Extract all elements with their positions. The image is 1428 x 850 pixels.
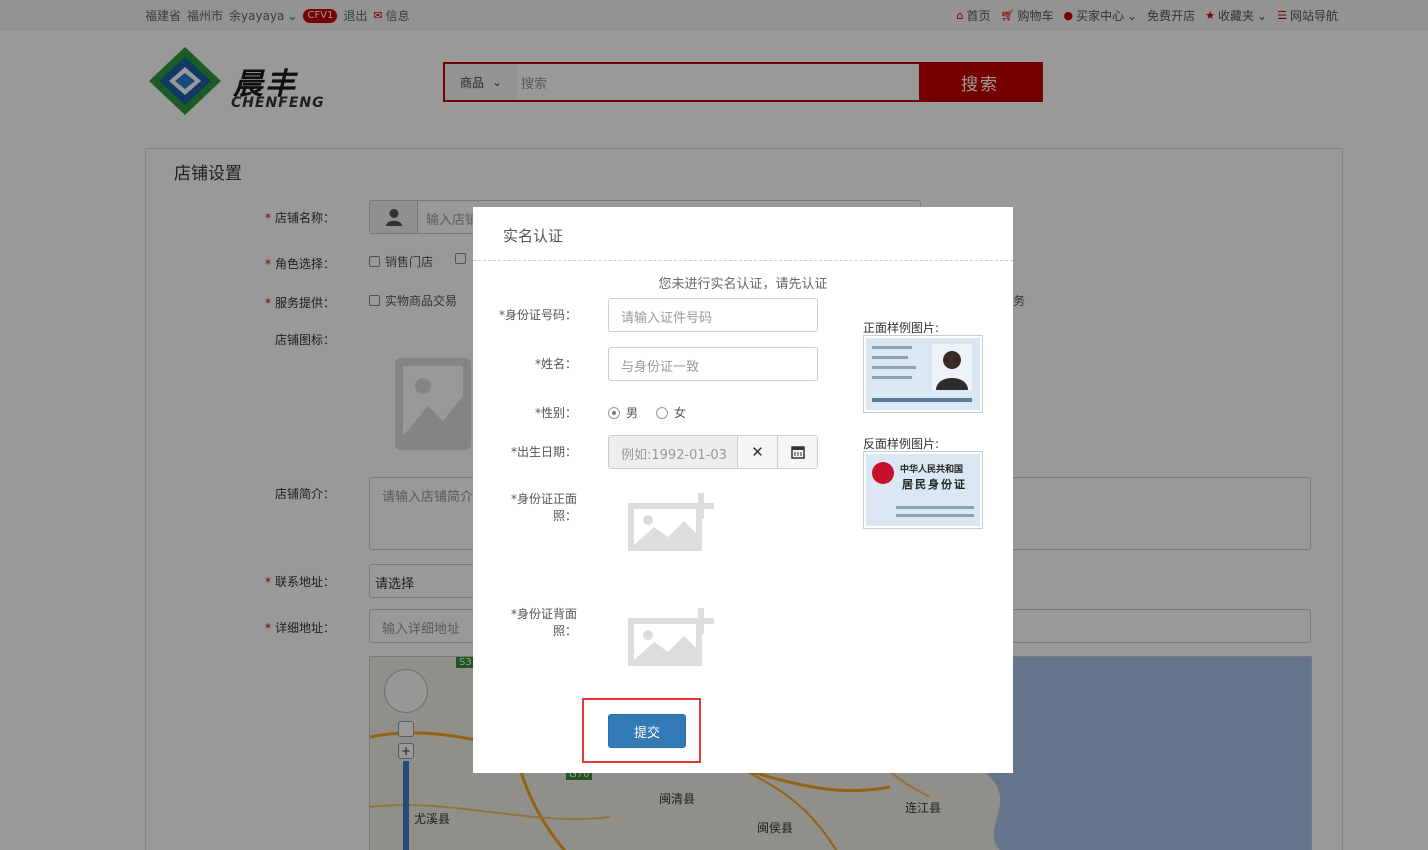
id-front-label-line2: 照： (552, 509, 577, 523)
birth-date-input[interactable]: 例如:1992-01-03 (609, 436, 737, 468)
front-sample-image (863, 335, 983, 413)
gender-female-radio[interactable]: 女 (656, 404, 686, 421)
id-back-upload[interactable] (628, 608, 718, 668)
id-back-label-line1: *身份证背面 (510, 607, 577, 621)
id-front-label-line1: *身份证正面 (510, 492, 577, 506)
back-sample-label: 反面样例图片: (863, 437, 940, 451)
gender-label: *性别： (534, 406, 577, 420)
id-back-label: *身份证背面照： (473, 606, 577, 640)
id-front-upload[interactable] (628, 493, 718, 553)
clear-date-button[interactable]: ✕ (737, 436, 777, 468)
gender-male-radio[interactable]: 男 (608, 404, 638, 421)
modal-notice: 您未进行实名认证，请先认证 (658, 277, 828, 292)
image-upload-icon (628, 493, 714, 551)
birth-date-label: *出生日期： (510, 445, 577, 459)
calendar-button[interactable] (777, 436, 817, 468)
front-sample-label: 正面样例图片: (863, 321, 940, 335)
calendar-icon (790, 446, 805, 459)
national-emblem-icon (872, 462, 894, 484)
name-label: *姓名： (534, 357, 577, 371)
image-upload-icon (628, 608, 714, 666)
back-sample-text-2: 居民身份证 (902, 478, 967, 491)
back-sample-image: 中华人民共和国 居民身份证 (863, 451, 983, 529)
submit-highlight-box (582, 698, 701, 763)
back-sample-text-1: 中华人民共和国 (900, 465, 964, 475)
close-icon: ✕ (751, 443, 764, 461)
id-card-front-icon (866, 338, 980, 410)
modal-title: 实名认证 (503, 227, 564, 245)
id-front-label: *身份证正面照： (473, 491, 577, 525)
modal-divider (473, 260, 1013, 261)
birth-date-group: 例如:1992-01-03 ✕ (608, 435, 818, 469)
id-number-label: *身份证号码： (498, 308, 577, 322)
id-number-input[interactable]: 请输入证件号码 (608, 298, 818, 332)
real-name-auth-modal: 实名认证 您未进行实名认证，请先认证 *身份证号码： 请输入证件号码 *姓名： … (473, 207, 1013, 773)
id-back-label-line2: 照： (552, 624, 577, 638)
gender-male-label: 男 (626, 406, 639, 420)
gender-female-label: 女 (674, 406, 687, 420)
name-input[interactable]: 与身份证一致 (608, 347, 818, 381)
